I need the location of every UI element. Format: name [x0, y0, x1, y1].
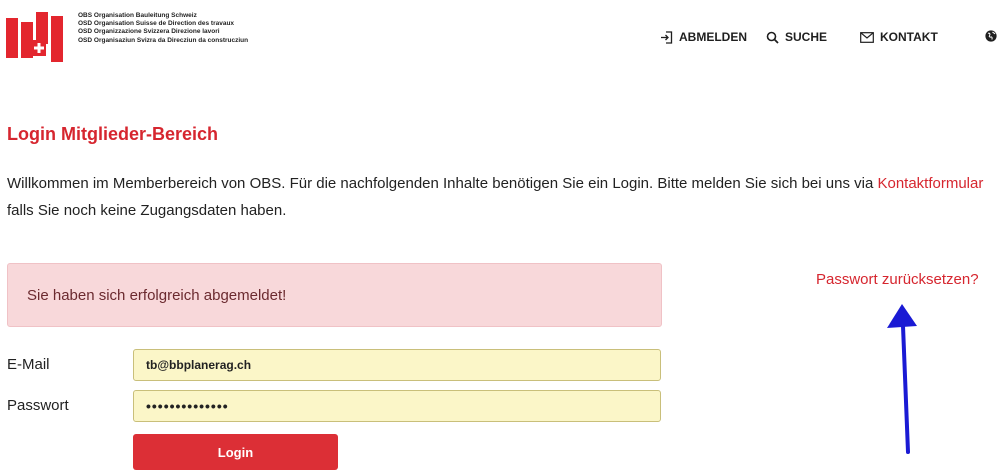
intro-text: Willkommen im Memberbereich von OBS. Für… [7, 170, 992, 224]
search-link[interactable]: SUCHE [766, 30, 827, 44]
page-title: Login Mitglieder-Bereich [7, 124, 219, 144]
language-switcher[interactable] [985, 30, 997, 42]
annotation-arrow-icon [887, 304, 917, 454]
intro-text-end: falls Sie noch keine Zugangsdaten haben. [7, 202, 287, 219]
envelope-icon [860, 31, 874, 43]
org-name-de: OBS Organisation Bauleitung Schweiz [78, 12, 197, 19]
search-label: SUCHE [785, 30, 828, 44]
email-field[interactable] [133, 349, 661, 381]
email-label: E-Mail [7, 356, 50, 373]
logout-success-alert: Sie haben sich erfolgreich abgemeldet! [7, 263, 662, 327]
password-label: Passwort [7, 397, 69, 414]
logout-label: ABMELDEN [679, 30, 747, 44]
top-navigation: ABMELDEN SUCHE KONTAKT [0, 30, 999, 46]
search-icon [766, 31, 779, 44]
contact-label: KONTAKT [880, 30, 938, 44]
intro-text-start: Willkommen im Memberbereich von OBS. Für… [7, 175, 878, 192]
contact-form-link[interactable]: Kontaktformular [877, 175, 983, 192]
alert-message: Sie haben sich erfolgreich abgemeldet! [27, 286, 287, 304]
contact-link[interactable]: KONTAKT [860, 30, 938, 44]
logout-link[interactable]: ABMELDEN [660, 30, 747, 44]
globe-icon [985, 30, 997, 42]
login-button[interactable]: Login [133, 434, 338, 470]
password-field[interactable] [133, 390, 661, 422]
reset-password-link[interactable]: Passwort zurücksetzen? [816, 271, 979, 288]
org-name-fr: OSD Organisation Suisse de Direction des… [78, 20, 235, 28]
logout-icon [661, 30, 673, 44]
